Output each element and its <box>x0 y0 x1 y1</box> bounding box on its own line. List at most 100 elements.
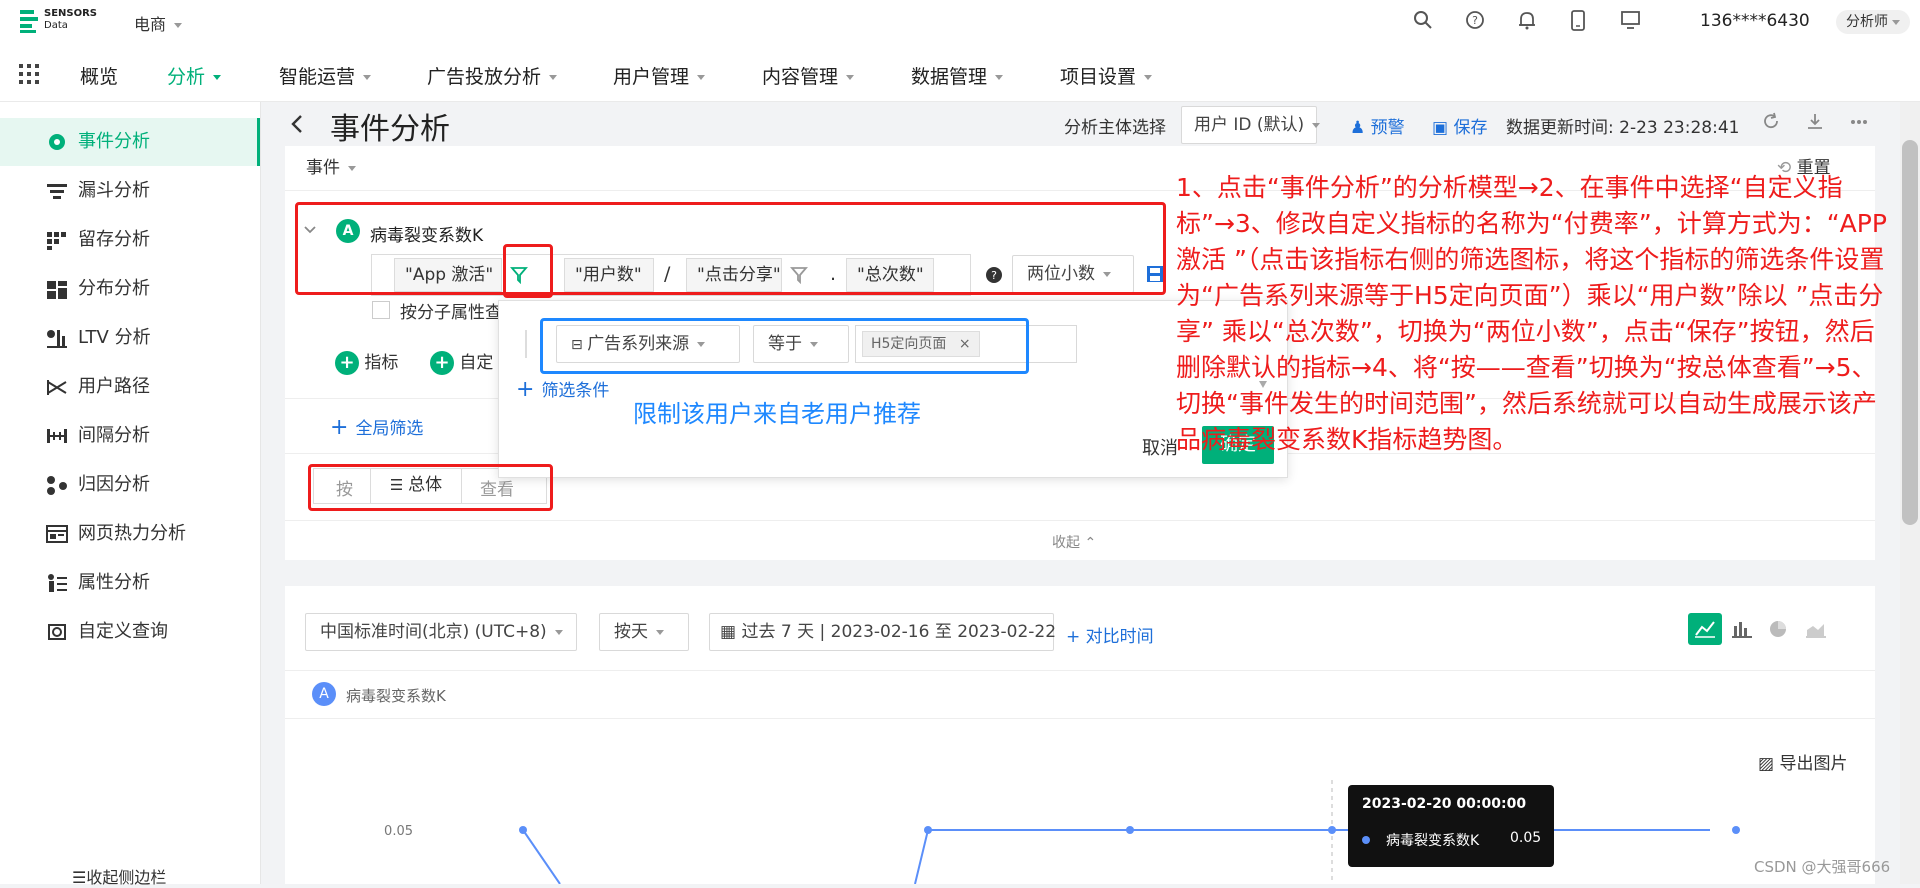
data-point[interactable] <box>519 826 527 834</box>
chevron-down-icon <box>995 75 1004 80</box>
popover-cancel-button[interactable]: 取消 <box>1142 434 1178 460</box>
search-icon[interactable] <box>1413 10 1433 30</box>
user-phone[interactable]: 136****6430 <box>1700 11 1810 31</box>
back-chevron-icon[interactable] <box>290 114 304 134</box>
add-custom-button[interactable]: + 自定 <box>430 348 500 375</box>
save-button[interactable]: ▣ 保存 <box>1432 113 1487 138</box>
sidebar: 事件分析 漏斗分析 留存分析 分布分析 LTV 分析 用户路径 间隔分析 归因分… <box>0 102 261 887</box>
sidebar-item-event-analysis[interactable]: 事件分析 <box>0 118 260 166</box>
data-point[interactable] <box>1328 826 1336 834</box>
more-icon[interactable] <box>1850 119 1868 125</box>
chart-type-line[interactable] <box>1688 613 1722 645</box>
image-icon: ▨ <box>1758 754 1780 774</box>
scrollbar-thumb[interactable] <box>1902 140 1918 525</box>
export-image-button[interactable]: ▨ 导出图片 <box>1758 749 1847 774</box>
collapse-label: 收起侧边栏 <box>86 868 167 887</box>
data-point[interactable] <box>924 826 932 834</box>
chevron-up-icon: ⌃ <box>1084 535 1097 551</box>
collapse-builder[interactable]: 收起 ⌃ <box>1052 532 1096 552</box>
plus-icon: + <box>516 377 542 402</box>
date-range-value: 过去 7 天 | 2023-02-16 至 2023-02-22 <box>741 622 1057 642</box>
pie-chart-icon[interactable] <box>1769 620 1787 638</box>
mobile-icon[interactable] <box>1570 10 1586 32</box>
retention-icon <box>47 232 66 250</box>
nav-analysis[interactable]: 分析 <box>167 62 222 89</box>
nav-ads[interactable]: 广告投放分析 <box>427 62 558 89</box>
add-filter-condition[interactable]: + 筛选条件 <box>516 376 609 402</box>
bar-chart-icon[interactable] <box>1732 620 1752 638</box>
sidebar-item-retention[interactable]: 留存分析 <box>0 216 260 264</box>
compare-time-button[interactable]: + 对比时间 <box>1066 622 1154 647</box>
collapse-sidebar[interactable]: ☰收起侧边栏 <box>72 864 166 888</box>
chevron-down-icon <box>656 629 664 635</box>
chevron-down-icon <box>213 75 222 80</box>
sidebar-item-distribution[interactable]: 分布分析 <box>0 265 260 313</box>
divider <box>285 670 1875 671</box>
logo-text-1: SENSORS <box>44 8 98 19</box>
sidebar-item-heatmap[interactable]: 网页热力分析 <box>0 510 260 558</box>
alert-button[interactable]: ♟ 预警 <box>1350 113 1405 138</box>
sidebar-item-property[interactable]: 属性分析 <box>0 559 260 607</box>
save-icon: ▣ <box>1432 118 1454 138</box>
chevron-down-icon <box>1312 122 1321 128</box>
distribution-icon <box>47 281 67 299</box>
nav-data[interactable]: 数据管理 <box>911 62 1004 89</box>
save-label: 保存 <box>1453 118 1488 138</box>
sub-attr-checkbox[interactable] <box>372 301 390 319</box>
events-selector[interactable]: 事件 <box>306 153 356 178</box>
add-metric-button[interactable]: + 指标 <box>335 348 398 375</box>
tooltip-dot <box>1362 836 1370 844</box>
annotation-text: 1、点击“事件分析”的分析模型→2、在事件中选择“自定义指标”→3、修改自定义指… <box>1176 173 1887 454</box>
subject-select[interactable]: 用户 ID (默认) <box>1181 106 1321 144</box>
y-tick-label: 0.05 <box>384 824 413 839</box>
nav-settings-label: 项目设置 <box>1060 66 1137 88</box>
tooltip-series: 病毒裂变系数K <box>1386 833 1480 849</box>
sidebar-item-label: 分布分析 <box>78 278 150 299</box>
sidebar-item-interval[interactable]: 间隔分析 <box>0 412 260 460</box>
sidebar-item-path[interactable]: 用户路径 <box>0 363 260 411</box>
series-label: 病毒裂变系数K <box>346 687 446 705</box>
sidebar-item-label: 漏斗分析 <box>78 180 150 201</box>
sidebar-item-attribution[interactable]: 归因分析 <box>0 461 260 509</box>
add-metric-label: 指标 <box>364 353 399 373</box>
logo[interactable]: SENSORS Data <box>18 8 98 36</box>
property-icon <box>48 574 67 592</box>
nav-users[interactable]: 用户管理 <box>613 62 706 89</box>
tooltip-date: 2023-02-20 00:00:00 <box>1362 796 1527 812</box>
chevron-down-icon <box>174 23 183 28</box>
apps-grid-icon[interactable] <box>19 64 39 84</box>
bell-icon[interactable] <box>1517 10 1537 30</box>
global-filter-button[interactable]: + 全局筛选 <box>330 414 423 440</box>
sidebar-item-custom-query[interactable]: 自定义查询 <box>0 608 260 656</box>
sidebar-item-funnel[interactable]: 漏斗分析 <box>0 167 260 215</box>
nav-ops[interactable]: 智能运营 <box>279 62 372 89</box>
sidebar-item-label: 用户路径 <box>78 376 150 397</box>
timezone-select[interactable]: 中国标准时间(北京) (UTC+8) <box>305 613 577 651</box>
project-selector[interactable]: 电商 <box>134 11 183 35</box>
refresh-icon[interactable] <box>1762 112 1780 130</box>
page-title: 事件分析 <box>330 112 450 147</box>
monitor-icon[interactable] <box>1620 10 1642 30</box>
download-icon[interactable] <box>1806 112 1824 130</box>
sidebar-item-label: 事件分析 <box>78 131 150 152</box>
sidebar-item-label: 归因分析 <box>78 474 150 495</box>
area-chart-icon[interactable] <box>1806 620 1826 638</box>
sidebar-item-ltv[interactable]: LTV 分析 <box>0 314 260 362</box>
date-range-picker[interactable]: ▦ 过去 7 天 | 2023-02-16 至 2023-02-22 <box>709 613 1057 651</box>
export-image-label: 导出图片 <box>1779 754 1848 774</box>
add-filter-label: 筛选条件 <box>541 381 610 401</box>
divider <box>285 520 1875 521</box>
ltv-icon <box>47 330 67 348</box>
data-point[interactable] <box>1732 826 1740 834</box>
sidebar-item-label: LTV 分析 <box>78 327 151 348</box>
nav-content[interactable]: 内容管理 <box>762 62 855 89</box>
nav-overview[interactable]: 概览 <box>80 62 118 89</box>
divider <box>525 330 527 358</box>
nav-settings[interactable]: 项目设置 <box>1060 62 1153 89</box>
sidebar-item-label: 属性分析 <box>78 572 150 593</box>
granularity-select[interactable]: 按天 <box>599 613 689 651</box>
granularity-value: 按天 <box>614 622 648 642</box>
line-chart-icon <box>1695 621 1715 638</box>
help-icon[interactable]: ? <box>1465 10 1485 30</box>
data-point[interactable] <box>1126 826 1134 834</box>
